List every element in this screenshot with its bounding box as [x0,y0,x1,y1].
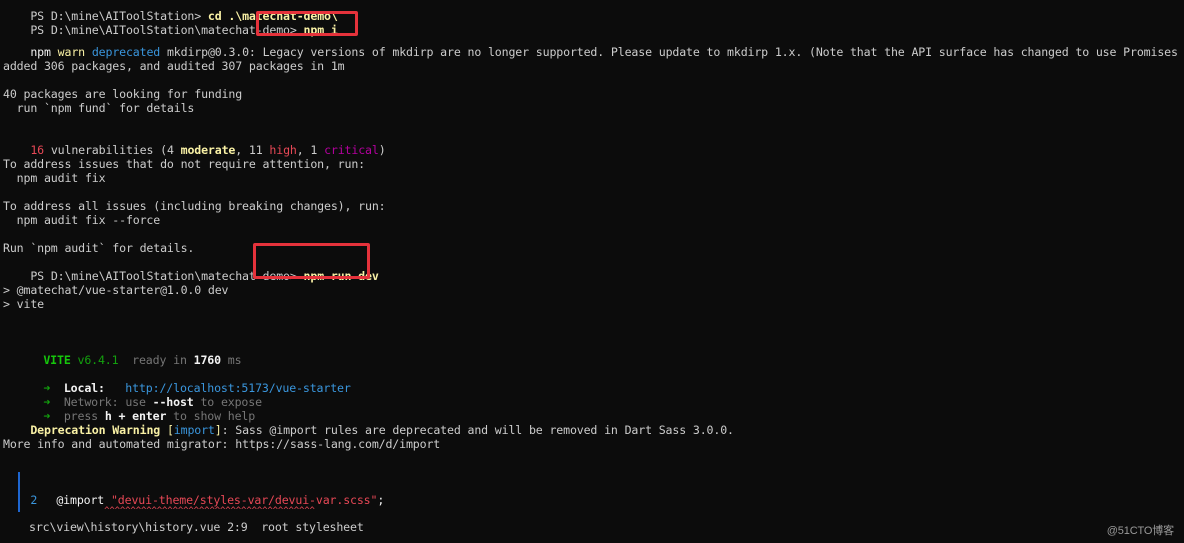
vite-help-line: ➜ press h + enter to show help [16,395,255,423]
vuln-moderate: moderate [180,143,236,157]
terminal-line-address-2: To address all issues (including breakin… [3,199,386,213]
vite-ready-ms: 1760 [193,353,221,367]
deprecation-message: : Sass @import rules are deprecated and … [221,423,734,437]
terminal-line-fund-hint: run `npm fund` for details [3,101,195,115]
vuln-critical: critical [324,143,379,157]
watermark: @51CTO博客 [1106,525,1174,537]
terminal-line-run-audit: Run `npm audit` for details. [3,241,195,255]
npm-prefix: npm [30,45,58,59]
source-location-line: src\view\history\history.vue 2:9 root st… [29,520,364,534]
terminal-line-audit-fix-force: npm audit fix --force [3,213,161,227]
terminal-line-address-1: To address issues that do not require at… [3,157,365,171]
code-semicolon: ; [377,493,385,507]
vuln-text: , 1 [296,143,325,157]
highlight-box-npm-i [256,11,358,36]
terminal-line-vulnerabilities: 16 vulnerabilities (4 moderate, 11 high,… [3,129,385,157]
bracket: ] [214,423,222,437]
code-carets: ^^^^^^^^^^^^^^^^^^^^^^^^^^^^^^^^^^^^^^^^ [83,490,315,516]
terminal-line-funding: 40 packages are looking for funding [3,87,243,101]
vuln-high: high [269,143,297,157]
deprecation-warning-line: Deprecation Warning [import]: Sass @impo… [3,409,734,437]
bracket: [ [160,423,174,437]
deprecated-tag: deprecated [91,45,161,59]
import-tag: import [173,423,215,437]
vite-ready-unit: ms [220,353,242,367]
vite-version: v6.4.1 [70,353,119,367]
vite-local-line: ➜ Local: http://localhost:5173/vue-start… [16,367,351,395]
terminal-window[interactable]: PS D:\mine\AIToolStation> cd .\matechat-… [0,0,1184,543]
more-info-line: More info and automated migrator: https:… [3,437,441,451]
vuln-text: ) [378,143,386,157]
error-carets: ^^^^^^^^^^^^^^^^^^^^^^^^^^^^^^^^^^^^^^^^ [104,506,315,516]
terminal-line-npm-warn: npm warn deprecated mkdirp@0.3.0: Legacy… [3,31,1184,59]
terminal-line-vite-cmd: > vite [3,297,44,311]
warn-tag: warn [57,45,85,59]
terminal-line-added: added 306 packages, and audited 307 pack… [3,59,345,73]
vuln-text: , 11 [235,143,270,157]
highlight-box-npm-run-dev [253,243,370,279]
vite-ready-text: ready in [118,353,194,367]
warn-message: mkdirp@0.3.0: Legacy versions of mkdirp … [160,45,1184,59]
vite-network-line: ➜ Network: use --host to expose [16,381,262,409]
terminal-line-script-name: > @matechat/vue-starter@1.0.0 dev [3,283,229,297]
vite-ready-line: VITE v6.4.1 ready in 1760 ms [16,339,241,367]
vite-name: VITE [43,353,71,367]
vuln-count: 16 [30,143,44,157]
terminal-line-cd: PS D:\mine\AIToolStation> cd .\matechat-… [3,0,338,23]
vuln-text: vulnerabilities (4 [44,143,181,157]
deprecation-label: Deprecation Warning [30,423,161,437]
terminal-line-audit-fix: npm audit fix [3,171,106,185]
